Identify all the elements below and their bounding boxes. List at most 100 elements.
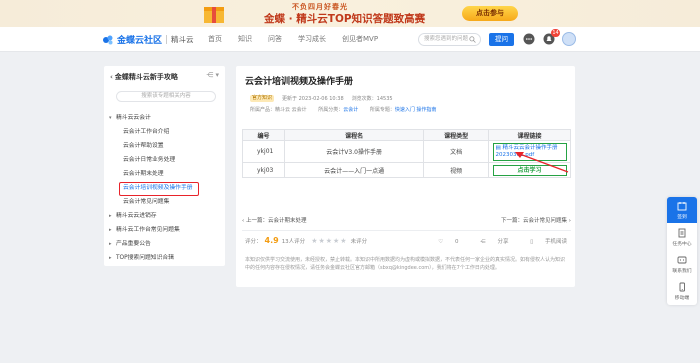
- caret-down-icon: ▾: [109, 115, 112, 121]
- share-button[interactable]: ⋲ 分享: [470, 239, 508, 245]
- sidebar-item-cloud-accounting[interactable]: ▾ 精斗云云会计: [104, 111, 225, 125]
- sidebar-item-faq[interactable]: 云会计常见问题集: [104, 195, 225, 209]
- category-label: 所属分类：: [318, 107, 344, 113]
- rating-count: 13人评分: [281, 238, 306, 245]
- checkin-button[interactable]: 签到: [667, 197, 697, 223]
- main-menu: 首页 知识 问答 学习成长 创见者MVP: [200, 27, 386, 51]
- category-link[interactable]: 云会计: [343, 107, 358, 113]
- document-icon: ▤: [495, 144, 501, 151]
- cell-type: 文档: [423, 140, 490, 163]
- topic-sidebar: ‹ 金蝶精斗云新手攻略 ⋲ ▾ 搜索该专题相关内容 ▾ 精斗云云会计 云会计工作台介…: [104, 66, 225, 266]
- mobile-read-button[interactable]: ▯ 手机阅读: [520, 239, 567, 245]
- task-icon: [678, 228, 686, 238]
- brand-name: 金蝶云社区: [117, 36, 163, 46]
- learn-now-link[interactable]: 点击学习: [492, 164, 567, 176]
- chevron-left-icon[interactable]: ‹: [110, 73, 113, 81]
- rating-score: 4.9: [264, 236, 279, 245]
- cell-type: 视频: [423, 162, 490, 178]
- task-center-button[interactable]: 任务中心: [667, 224, 697, 250]
- product-value: 精斗云 云会计: [275, 107, 307, 113]
- divider: [242, 230, 571, 231]
- rating-bar: 评分： 4.9 13人评分 ★★★★★ 未评分: [245, 236, 367, 245]
- gift-box-icon: [204, 7, 224, 23]
- updated-time: 更新于 2023-02-06 10:38: [282, 96, 344, 102]
- sidebar-item-workbench[interactable]: 云会计工作台介绍: [104, 125, 225, 139]
- sidebar-item-top-search[interactable]: ▸ TOP搜索问题知识合辑: [104, 251, 225, 265]
- topic-label: 所属专题：: [369, 107, 395, 113]
- sidebar-item-training-videos[interactable]: 云会计培训视频及操作手册: [104, 181, 225, 196]
- kingdee-logo-icon: [103, 35, 113, 44]
- sidebar-item-help-settings[interactable]: 云会计帮助设置: [104, 139, 225, 153]
- thumbs-up-icon: ♡: [438, 239, 444, 245]
- sidebar-tree: ▾ 精斗云云会计 云会计工作台介绍 云会计帮助设置 云会计日常业务处理 云会计期末…: [104, 111, 225, 265]
- article-panel: 云会计培训视频及操作手册 官方知识 更新于 2023-02-06 10:38 浏…: [236, 66, 575, 287]
- nav-qa[interactable]: 问答: [260, 27, 290, 51]
- like-button[interactable]: ♡ 0: [428, 239, 458, 245]
- manual-pdf-link[interactable]: ▤ 精斗云云会计操作手册20230301.pdf: [492, 142, 567, 161]
- article-taxonomy: 所属产品：精斗云 云会计 所属分类：云会计 所属专题：快速入门 操作指南: [250, 106, 436, 113]
- sidebar-item-inventory[interactable]: ▸ 精斗云云进销存: [104, 209, 225, 223]
- page-title: 云会计培训视频及操作手册: [245, 77, 354, 87]
- header-type: 课程类型: [423, 129, 490, 141]
- table-row: ykj01 云会计V3.0操作手册 文档 ▤ 精斗云云会计操作手册2023030…: [242, 140, 571, 163]
- sidebar-item-workbench-faq[interactable]: ▸ 精斗云工作台常见问题集: [104, 223, 225, 237]
- notification-badge: 14: [551, 29, 560, 37]
- sidebar-search-placeholder: 搜索该专题相关内容: [141, 93, 191, 99]
- sidebar-title[interactable]: ‹ 金蝶精斗云新手攻略: [110, 72, 178, 82]
- topic-links[interactable]: 快速入门 操作指南: [395, 107, 437, 113]
- view-count: 浏览次数：14535: [351, 96, 393, 102]
- brand-sub: 精斗云: [171, 35, 194, 44]
- checkin-icon: [677, 202, 687, 211]
- cell-name: 云会计V3.0操作手册: [283, 140, 425, 163]
- cell-link: 点击学习: [488, 162, 571, 178]
- banner-cta-button[interactable]: 点击参与: [462, 6, 518, 21]
- search-placeholder: 搜索您遇到的问题: [424, 36, 469, 42]
- cell-no: ykj01: [242, 140, 285, 163]
- share-icon[interactable]: ⋲: [206, 71, 213, 79]
- sidebar-item-daily[interactable]: 云会计日常业务处理: [104, 153, 225, 167]
- header-no: 编号: [242, 129, 285, 141]
- collapse-icon[interactable]: ▾: [215, 71, 219, 79]
- search-input[interactable]: 搜索您遇到的问题: [418, 33, 481, 46]
- official-badge: 官方知识: [250, 95, 275, 102]
- promo-banner[interactable]: 不负四月好春光 金蝶 · 精斗云TOP知识答题致高赛 点击参与: [0, 0, 700, 27]
- cell-link: ▤ 精斗云云会计操作手册20230301.pdf: [488, 140, 571, 163]
- sidebar-search-input[interactable]: 搜索该专题相关内容: [116, 91, 216, 102]
- header-link: 课程链接: [488, 129, 571, 141]
- floating-toolbar: 签到 任务中心 联系我们 移动端: [667, 197, 697, 305]
- mobile-icon: [679, 282, 685, 292]
- table-header-row: 编号 课程名 课程类型 课程链接: [242, 129, 571, 141]
- phone-icon: ▯: [530, 239, 534, 245]
- search-icon[interactable]: [469, 36, 476, 43]
- nav-home[interactable]: 首页: [200, 27, 230, 51]
- product-label: 所属产品：: [250, 107, 276, 113]
- ask-button[interactable]: 提问: [489, 33, 514, 46]
- rating-label: 评分：: [245, 238, 262, 245]
- nav-mvp[interactable]: 创见者MVP: [334, 27, 386, 51]
- caret-right-icon: ▸: [109, 241, 112, 247]
- banner-title: 金蝶 · 精斗云TOP知识答题致高赛: [264, 13, 426, 25]
- contact-icon: [677, 256, 687, 264]
- nav-knowledge[interactable]: 知识: [230, 27, 260, 51]
- prev-article-link[interactable]: ‹ 上一篇：云会计期末处理: [242, 216, 306, 224]
- caret-right-icon: ▸: [109, 255, 112, 261]
- copyright-disclaimer: 本知识仅供学习交流使用，未经授权，禁止转载。本知识中所用数据均为虚构或模拟数据，…: [245, 257, 566, 271]
- mobile-button[interactable]: 移动端: [667, 278, 697, 304]
- cell-no: ykj03: [242, 162, 285, 178]
- chat-icon[interactable]: [523, 33, 535, 45]
- top-nav: 金蝶云社区 精斗云 首页 知识 问答 学习成长 创见者MVP 搜索您遇到的问题 …: [0, 27, 700, 52]
- sidebar-item-announcements[interactable]: ▸ 产品重要公告: [104, 237, 225, 251]
- caret-right-icon: ▸: [109, 227, 112, 233]
- logo-divider: [166, 35, 168, 44]
- chevron-right-icon: ›: [567, 218, 571, 224]
- sidebar-item-period-end[interactable]: 云会计期末处理: [104, 167, 225, 181]
- cell-name: 云会计——入门一点通: [283, 162, 425, 178]
- nav-learning[interactable]: 学习成长: [290, 27, 334, 51]
- avatar[interactable]: [562, 32, 576, 46]
- next-article-link[interactable]: 下一篇：云会计常见问题集 ›: [501, 216, 571, 224]
- article-actions: ♡ 0 ⋲ 分享 ▯ 手机阅读: [418, 237, 567, 245]
- star-rating-input[interactable]: ★★★★★: [311, 237, 347, 245]
- share-icon: ⋲: [480, 239, 486, 245]
- contact-button[interactable]: 联系我们: [667, 251, 697, 277]
- site-logo[interactable]: 金蝶云社区 精斗云: [102, 32, 194, 47]
